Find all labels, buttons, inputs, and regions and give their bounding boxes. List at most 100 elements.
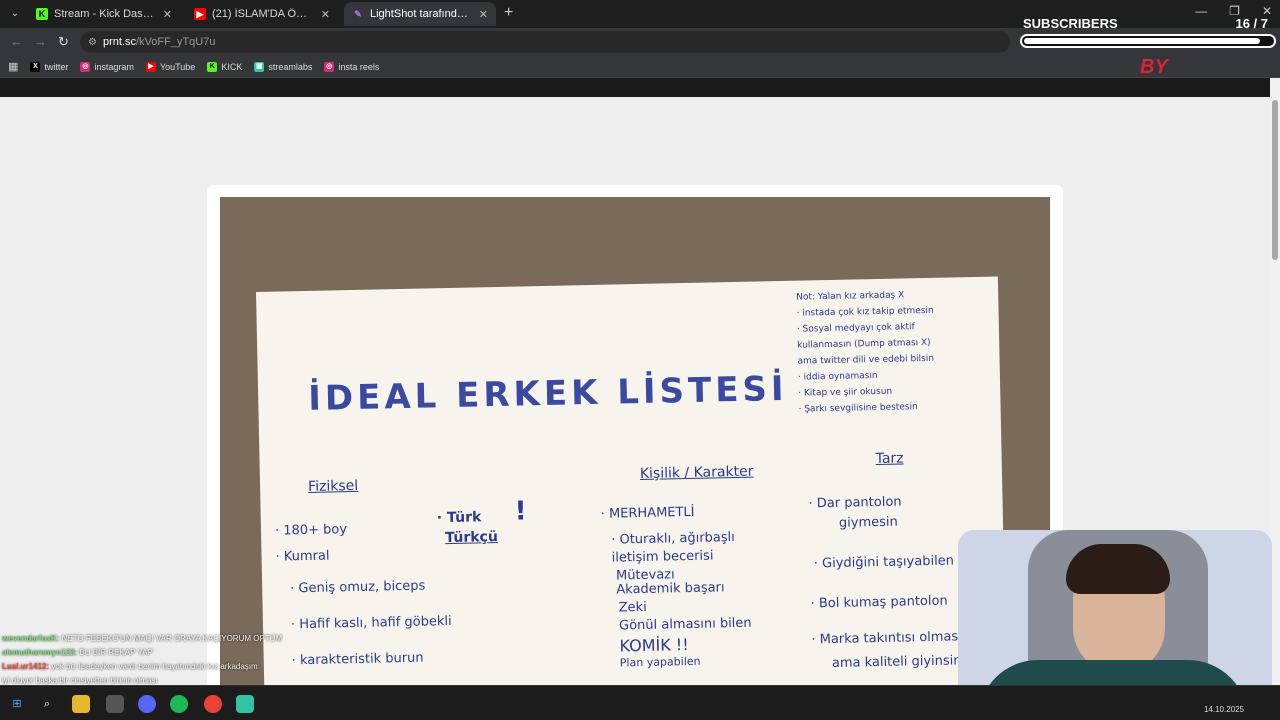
tab-title: (21) İSLAM'DA ÖN SEVİŞMESİZ	[212, 8, 315, 20]
search-icon[interactable]: ⌕	[38, 695, 56, 713]
side-note: · Kitap ve şiir okusun	[798, 386, 893, 399]
side-note: · iddia oynamasın	[797, 371, 878, 383]
bookmark-label: twitter	[44, 61, 69, 72]
url-host: prnt.sc	[102, 36, 136, 48]
subscribers-goal: SUBSCRIBERS 16 / 7	[1018, 14, 1278, 54]
lightshot-favicon-icon: ✎	[354, 9, 362, 19]
subscribers-label: SUBSCRIBERS	[1023, 16, 1118, 31]
bookmark-twitter[interactable]: Xtwitter	[30, 61, 69, 72]
turk-line: Türkçü	[445, 528, 499, 547]
url-path: /kVoFF_yTqU7u	[135, 36, 216, 48]
reload-icon[interactable]: ↻	[58, 34, 69, 50]
bookmark-instagram[interactable]: ◎ instagram	[80, 61, 134, 72]
close-tab-icon[interactable]: ✕	[479, 8, 488, 21]
kisilik-item: · Oturaklı, ağırbaşlı	[611, 530, 735, 548]
apps-icon[interactable]: ▦	[8, 60, 18, 73]
streamlabs-icon[interactable]	[236, 695, 254, 713]
chat-text: iyi oluyor başka bir cinsiyetten birinin…	[2, 676, 158, 685]
chat-text: yok biz lisedeyken vardı benim hayatımda…	[51, 662, 258, 671]
tarz-item: · Dar pantolon	[808, 494, 902, 512]
exclamation-icon: !	[514, 496, 527, 527]
spotify-icon[interactable]	[170, 695, 188, 713]
kisilik-item: Plan yapabilen	[619, 654, 701, 670]
bookmark-label: KICK	[221, 61, 243, 72]
scrollbar-thumb[interactable]	[1272, 100, 1278, 260]
forward-icon[interactable]: →	[34, 34, 47, 49]
close-tab-icon[interactable]: ✕	[163, 8, 172, 21]
taskbar-date: 14.10.2025	[1203, 705, 1244, 714]
windows-start-icon[interactable]: ⊞	[8, 695, 26, 713]
side-note: · Şarkı sevgilisine bestesin	[798, 402, 918, 415]
youtube-favicon-icon: ▶	[194, 8, 206, 20]
side-note: Not: Yalan kız arkadaş X	[796, 290, 905, 303]
chrome-icon[interactable]	[204, 695, 222, 713]
note-photo[interactable]: İDEAL ERKEK LİSTESİ Not: Yalan kız arkad…	[220, 197, 1050, 685]
subscribers-progress-bar	[1020, 34, 1276, 48]
tab-title: Stream - Kick Dashboard	[54, 8, 157, 20]
taskbar: ⊞ ⌕ 14.10.2025	[0, 685, 1280, 720]
side-note: kullanmasın (Dump atması X)	[797, 337, 931, 351]
chat-message: wevendarfoxK: NETO FEBEKO'UN MAÇI VAR OR…	[2, 632, 292, 646]
back-icon[interactable]: ←	[10, 34, 23, 49]
fiziksel-item: · karakteristik burun	[291, 650, 424, 669]
app-icon[interactable]	[106, 695, 124, 713]
streamlabs-icon: ▣	[254, 61, 265, 72]
streamer-hair	[1066, 544, 1170, 594]
kick-icon: K	[207, 61, 218, 72]
chat-username: alemutharemyn123:	[2, 648, 78, 657]
instagram-icon: ◎	[324, 61, 335, 72]
kisilik-item: · MERHAMETLİ	[600, 504, 695, 522]
chat-overlay: wevendarfoxK: NETO FEBEKO'UN MAÇI VAR OR…	[2, 632, 292, 688]
bookmarks-bar: ▦ Xtwitter ◎ instagram ▶ YouTube K KICK ▣ st…	[0, 56, 1280, 78]
kick-favicon-icon: K	[36, 8, 48, 20]
bookmark-streamlabs[interactable]: ▣ streamlabs	[254, 61, 312, 72]
chat-message: Lual.ur1412: yok biz lisedeyken vardı be…	[2, 660, 292, 674]
bookmark-insta-reels[interactable]: ◎ insta reels	[324, 61, 380, 72]
address-bar[interactable]: ⚙ prnt.sc/kVoFF_yTqU7u	[80, 31, 1010, 53]
bookmark-kick[interactable]: K KICK	[207, 61, 243, 72]
tarz-item: ama kaliteli giyinsin	[831, 653, 962, 672]
new-tab-button[interactable]: +	[504, 4, 513, 22]
kisilik-item: iletişim becerisi	[611, 548, 714, 566]
side-note: ama twitter dili ve edebi bilsin	[797, 353, 935, 367]
chat-username: wevendarfoxK:	[2, 634, 60, 643]
bookmark-label: instagram	[94, 61, 134, 72]
file-explorer-icon[interactable]	[72, 695, 90, 713]
bookmark-label: insta reels	[338, 61, 380, 72]
kisilik-item: KOMİK !!	[619, 635, 689, 656]
side-note: · instada çok kız takip etmesin	[796, 305, 934, 319]
bookmark-youtube[interactable]: ▶ YouTube	[145, 61, 196, 72]
tab-search-icon[interactable]: ⌄	[6, 5, 24, 23]
kisilik-heading: Kişilik / Karakter	[639, 463, 754, 482]
fiziksel-item: · Hafif kaslı, hafif göbekli	[290, 613, 452, 633]
tab-kick-dashboard[interactable]: K Stream - Kick Dashboard ✕	[28, 2, 180, 26]
site-info-icon[interactable]: ⚙	[88, 37, 97, 48]
tab-lightshot[interactable]: ✎ LightShot tarafından Ekran Gör ✕	[344, 2, 496, 26]
turk-line: · Türk	[436, 509, 482, 527]
tab-title: LightShot tarafından Ekran Gör	[370, 8, 473, 20]
handwritten-note: İDEAL ERKEK LİSTESİ Not: Yalan kız arkad…	[256, 276, 1007, 685]
subscribers-count: 16 / 7	[1235, 16, 1268, 31]
fiziksel-heading: Fiziksel	[307, 477, 359, 495]
discord-icon[interactable]	[138, 695, 156, 713]
webcam-overlay	[958, 530, 1272, 706]
streamer-logo: BY	[1140, 56, 1168, 78]
screenshot-card: İDEAL ERKEK LİSTESİ Not: Yalan kız arkad…	[207, 185, 1063, 685]
side-note: · Sosyal medyayı çok aktif	[796, 322, 915, 335]
bookmark-label: YouTube	[159, 61, 196, 72]
note-title: İDEAL ERKEK LİSTESİ	[307, 368, 789, 419]
tab-youtube[interactable]: ▶ (21) İSLAM'DA ÖN SEVİŞMESİZ ✕	[186, 2, 338, 26]
tarz-heading: Tarz	[875, 450, 904, 468]
tarz-item: · Marka takıntısı olmasın	[811, 629, 971, 648]
chat-username: Lual.ur1412:	[2, 662, 50, 671]
tarz-item: · Bol kumaş pantolon	[810, 593, 948, 612]
chat-message: alemutharemyn123: BU BİR REKAP YAP	[2, 646, 292, 660]
fiziksel-item: · Kumral	[275, 548, 330, 565]
close-tab-icon[interactable]: ✕	[321, 8, 330, 21]
tarz-item: · Giydiğini taşıyabilen	[813, 553, 955, 572]
subscribers-progress-fill	[1024, 38, 1260, 44]
fiziksel-item: · 180+ boy	[274, 522, 348, 539]
instagram-icon: ◎	[80, 61, 91, 72]
kisilik-item: Akademik başarı	[616, 580, 725, 598]
page-header	[0, 78, 1270, 97]
